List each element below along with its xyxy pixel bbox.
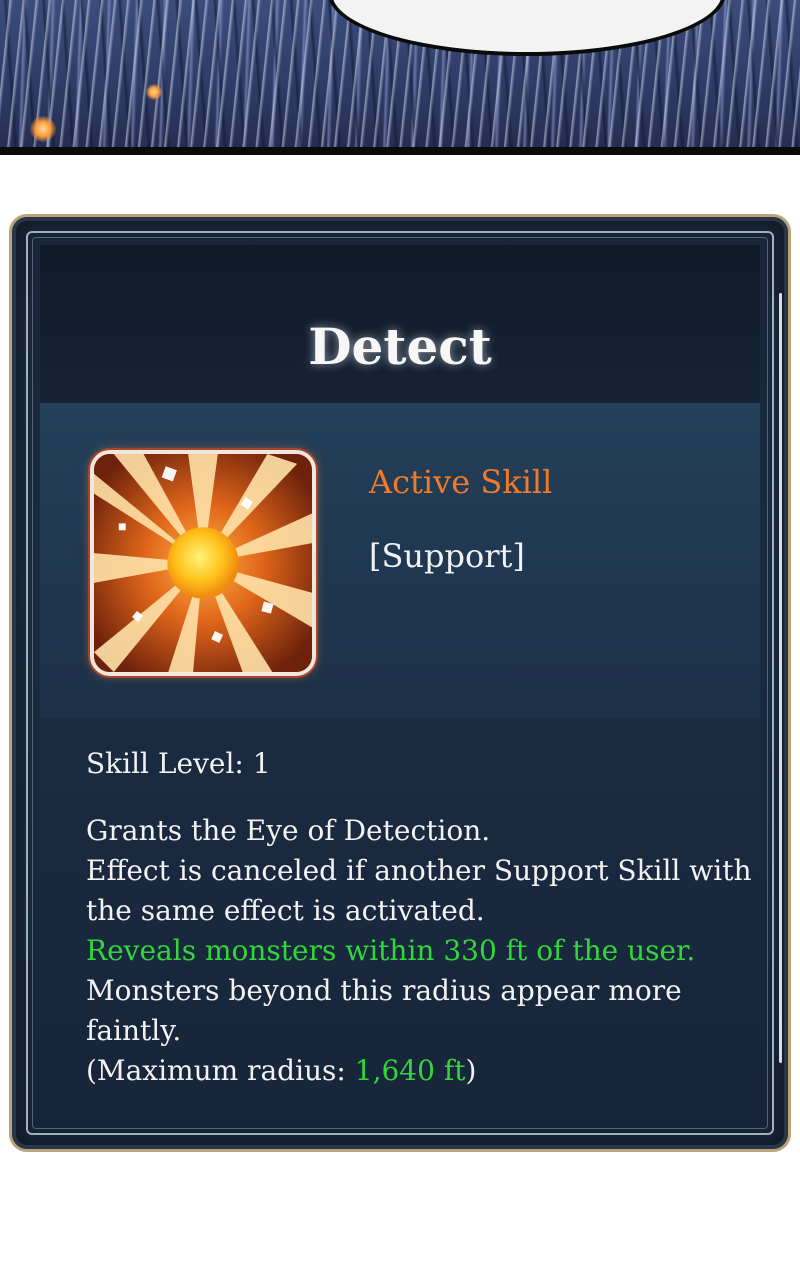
skill-category-label: [Support] — [369, 537, 525, 575]
max-radius-suffix: ) — [465, 1054, 477, 1087]
skill-description: Grants the Eye of Detection. Effect is c… — [86, 811, 752, 1091]
description-line: faintly. — [86, 1014, 182, 1047]
description-highlight-line: Reveals monsters within 330 ft of the us… — [86, 934, 696, 967]
description-line: the same effect is activated. — [86, 894, 485, 927]
panel-border — [0, 147, 800, 155]
sunburst-orb-icon — [90, 450, 316, 676]
description-line: (Maximum radius: 1,640 ft) — [86, 1051, 746, 1091]
max-radius-value: 1,640 ft — [354, 1054, 466, 1087]
skill-title: Detect — [308, 317, 492, 376]
comic-panel-top — [0, 0, 800, 155]
title-band: Detect — [40, 245, 760, 403]
ember-glow — [30, 116, 56, 142]
description-line: Effect is canceled if another Support Sk… — [86, 854, 752, 887]
skill-type-label: Active Skill — [369, 463, 553, 501]
max-radius-prefix: (Maximum radius: — [86, 1054, 355, 1087]
skill-window: Detect Active Skill [Support] Skill Leve… — [9, 214, 791, 1152]
ember-glow — [146, 84, 162, 100]
description-line: Grants the Eye of Detection. — [86, 814, 491, 847]
skill-level: Skill Level: 1 — [86, 747, 271, 780]
scrollbar[interactable] — [779, 293, 782, 1063]
description-line: Monsters beyond this radius appear more — [86, 974, 682, 1007]
